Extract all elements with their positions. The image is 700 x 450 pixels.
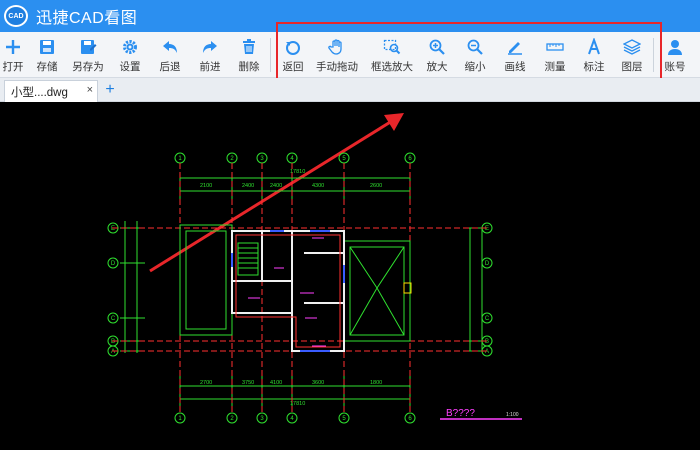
dim-top-5: 2600	[370, 183, 382, 189]
forward-button[interactable]: 前进	[194, 32, 226, 78]
document-tab-bar: 小型....dwg × +	[0, 78, 700, 102]
stair	[237, 242, 259, 276]
axis-top-2-label: 2	[230, 156, 234, 162]
save-as-icon	[81, 40, 97, 54]
dim-top-1: 2100	[200, 183, 212, 189]
plus-icon	[6, 40, 20, 54]
back-button[interactable]: 后退	[154, 32, 186, 78]
scale-text: 1:100	[506, 412, 519, 418]
redo-arrow-icon	[203, 41, 217, 53]
settings-label: 设置	[119, 61, 141, 73]
save-as-button[interactable]: 另存为	[70, 32, 106, 78]
app-title: 迅捷CAD看图	[36, 10, 138, 27]
axis-top-4-label: 4	[290, 156, 294, 162]
drawing-caption: B???? 1:100	[440, 408, 522, 420]
axis-bottom-4-label: 4	[290, 416, 294, 422]
axis-bottom-6-label: 6	[408, 416, 412, 422]
delete-button[interactable]: 删除	[234, 32, 264, 78]
delete-label: 删除	[238, 61, 260, 73]
axis-left-3-label: C	[111, 316, 116, 322]
axis-left-1-label: E	[111, 226, 115, 232]
axis-left-4-label: B	[111, 339, 115, 345]
room-labels	[248, 237, 326, 347]
user-icon	[668, 40, 682, 55]
dim-bottom-4: 3600	[312, 380, 324, 386]
axis-bottom-2-label: 2	[230, 416, 234, 422]
axis-bottom-1-label: 1	[178, 416, 182, 422]
dim-top-2: 2400	[242, 183, 254, 189]
save-as-label: 另存为	[72, 61, 104, 73]
total-width-top: 17810	[290, 169, 305, 175]
dim-bottom-5: 1800	[370, 380, 382, 386]
dim-bottom-1: 2700	[200, 380, 212, 386]
close-tab-icon[interactable]: ×	[87, 84, 93, 96]
account-label: 账号	[664, 61, 686, 73]
save-button[interactable]: 存储	[32, 32, 62, 78]
dim-top-4: 4300	[312, 183, 324, 189]
axis-left-2-label: D	[111, 261, 116, 267]
open-button[interactable]: 打开	[0, 32, 26, 78]
save-icon	[40, 40, 54, 54]
roof-outlines	[179, 224, 411, 342]
forward-label: 前进	[199, 61, 221, 73]
trash-icon	[243, 39, 255, 54]
wall-inner-lines	[235, 234, 341, 348]
axis-top-6-label: 6	[408, 156, 412, 162]
document-tab[interactable]: 小型....dwg ×	[4, 80, 98, 102]
back-label: 后退	[159, 61, 181, 73]
openings	[231, 230, 345, 352]
axis-left-5-label: A	[111, 349, 115, 355]
axis-top-1-label: 1	[178, 156, 182, 162]
cad-floor-plan: 112233445566E ED DC CB BA A 2100 2400 24…	[107, 113, 522, 424]
axis-right-1-label: E	[485, 226, 489, 232]
account-button[interactable]: 账号	[658, 32, 692, 78]
dimension-lines	[120, 173, 487, 408]
walls	[231, 230, 345, 352]
axis-right-5-label: A	[485, 349, 489, 355]
dim-top-3: 2400	[270, 183, 282, 189]
axis-top-3-label: 3	[260, 156, 264, 162]
document-tab-label: 小型....dwg	[11, 86, 68, 99]
axis-right-3-label: C	[485, 316, 490, 322]
drawing-canvas[interactable]: 112233445566EEDDCCBBAA 2100 2400 2400 43…	[0, 103, 700, 450]
save-label: 存储	[36, 61, 58, 73]
app-logo: CAD	[4, 5, 28, 27]
gear-icon	[123, 40, 137, 54]
total-width-bottom: 17810	[290, 401, 305, 407]
axis-right-2-label: D	[485, 261, 490, 267]
add-tab-button[interactable]: +	[101, 81, 119, 99]
axis-center-lines	[112, 163, 490, 413]
caption-text: B????	[446, 408, 475, 419]
axis-bottom-5-label: 5	[342, 416, 346, 422]
open-label: 打开	[2, 61, 24, 73]
dim-bottom-2: 3750	[242, 380, 254, 386]
axis-bottom-3-label: 3	[260, 416, 264, 422]
toolbar-separator	[270, 38, 271, 72]
undo-arrow-icon	[163, 41, 177, 53]
axis-top-5-label: 5	[342, 156, 346, 162]
settings-button[interactable]: 设置	[114, 32, 146, 78]
dim-bottom-3: 4100	[270, 380, 282, 386]
axis-right-4-label: B	[485, 339, 489, 345]
top-axis-markers: 112233445566E ED DC CB BA A	[107, 152, 493, 424]
